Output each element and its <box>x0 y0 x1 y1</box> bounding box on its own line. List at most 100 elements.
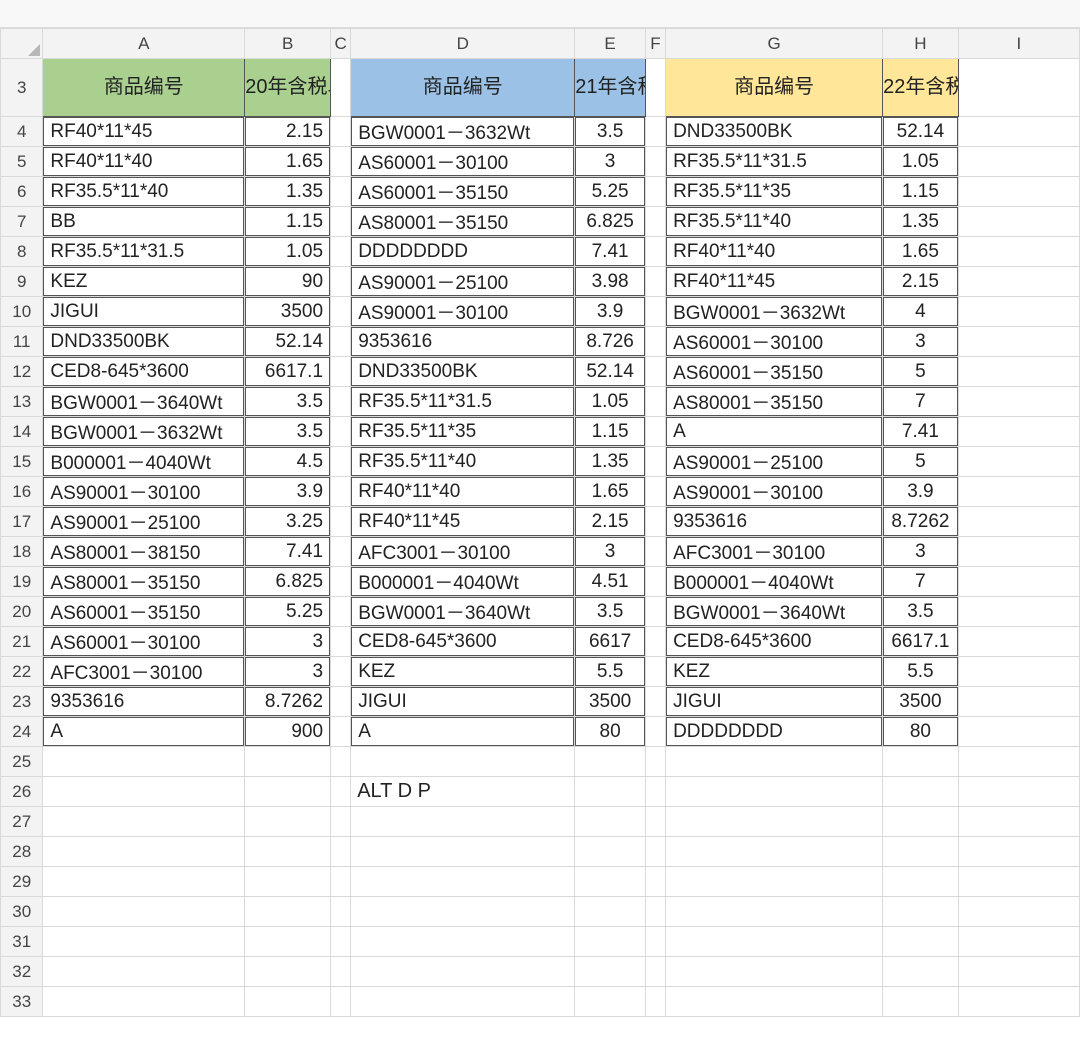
cell-F18[interactable] <box>645 537 665 567</box>
cell-H13[interactable]: 7 <box>883 387 959 417</box>
cell-H14[interactable]: 7.41 <box>883 417 959 447</box>
cell-B30[interactable] <box>245 897 331 927</box>
col-header-E[interactable]: E <box>575 29 646 59</box>
cell-B11[interactable]: 52.14 <box>245 327 331 357</box>
cell-A6[interactable]: RF35.5*11*40 <box>43 177 245 207</box>
cell-D25[interactable] <box>351 747 575 777</box>
row-header-3[interactable]: 3 <box>1 59 43 117</box>
cell-B28[interactable] <box>245 837 331 867</box>
cell-H27[interactable] <box>883 807 959 837</box>
cell-F28[interactable] <box>645 837 665 867</box>
cell-B27[interactable] <box>245 807 331 837</box>
col-header-G[interactable]: G <box>666 29 883 59</box>
cell-C25[interactable] <box>331 747 351 777</box>
cell-C30[interactable] <box>331 897 351 927</box>
cell-B21[interactable]: 3 <box>245 627 331 657</box>
cell-I3[interactable] <box>958 59 1079 117</box>
cell-G12[interactable]: AS60001－35150 <box>666 357 883 387</box>
cell-H8[interactable]: 1.65 <box>883 237 959 267</box>
cell-A32[interactable] <box>43 957 245 987</box>
cell-D11[interactable]: 9353616 <box>351 327 575 357</box>
cell-E24[interactable]: 80 <box>575 717 646 747</box>
cell-E23[interactable]: 3500 <box>575 687 646 717</box>
cell-C18[interactable] <box>331 537 351 567</box>
cell-E18[interactable]: 3 <box>575 537 646 567</box>
cell-B10[interactable]: 3500 <box>245 297 331 327</box>
row-header-20[interactable]: 20 <box>1 597 43 627</box>
cell-D26[interactable]: ALT D P <box>351 777 575 807</box>
cell-A33[interactable] <box>43 987 245 1017</box>
cell-H31[interactable] <box>883 927 959 957</box>
cell-I17[interactable] <box>958 507 1079 537</box>
cell-H32[interactable] <box>883 957 959 987</box>
cell-E14[interactable]: 1.15 <box>575 417 646 447</box>
cell-A30[interactable] <box>43 897 245 927</box>
cell-H30[interactable] <box>883 897 959 927</box>
cell-F5[interactable] <box>645 147 665 177</box>
cell-H11[interactable]: 3 <box>883 327 959 357</box>
cell-D4[interactable]: BGW0001－3632Wt <box>351 117 575 147</box>
cell-C19[interactable] <box>331 567 351 597</box>
row-header-29[interactable]: 29 <box>1 867 43 897</box>
cell-H24[interactable]: 80 <box>883 717 959 747</box>
cell-E10[interactable]: 3.9 <box>575 297 646 327</box>
cell-H26[interactable] <box>883 777 959 807</box>
cell-B7[interactable]: 1.15 <box>245 207 331 237</box>
cell-A13[interactable]: BGW0001－3640Wt <box>43 387 245 417</box>
cell-A19[interactable]: AS80001－35150 <box>43 567 245 597</box>
cell-H7[interactable]: 1.35 <box>883 207 959 237</box>
cell-H4[interactable]: 52.14 <box>883 117 959 147</box>
cell-E12[interactable]: 52.14 <box>575 357 646 387</box>
cell-F30[interactable] <box>645 897 665 927</box>
cell-G18[interactable]: AFC3001－30100 <box>666 537 883 567</box>
row-header-19[interactable]: 19 <box>1 567 43 597</box>
row-header-16[interactable]: 16 <box>1 477 43 507</box>
cell-H28[interactable] <box>883 837 959 867</box>
row-header-21[interactable]: 21 <box>1 627 43 657</box>
cell-E21[interactable]: 6617 <box>575 627 646 657</box>
cell-B5[interactable]: 1.65 <box>245 147 331 177</box>
cell-D12[interactable]: DND33500BK <box>351 357 575 387</box>
cell-A22[interactable]: AFC3001－30100 <box>43 657 245 687</box>
cell-H6[interactable]: 1.15 <box>883 177 959 207</box>
cell-I26[interactable] <box>958 777 1079 807</box>
cell-C24[interactable] <box>331 717 351 747</box>
cell-I13[interactable] <box>958 387 1079 417</box>
cell-I27[interactable] <box>958 807 1079 837</box>
cell-G31[interactable] <box>666 927 883 957</box>
row-header-28[interactable]: 28 <box>1 837 43 867</box>
cell-I11[interactable] <box>958 327 1079 357</box>
cell-G23[interactable]: JIGUI <box>666 687 883 717</box>
cell-H29[interactable] <box>883 867 959 897</box>
cell-H33[interactable] <box>883 987 959 1017</box>
cell-A26[interactable] <box>43 777 245 807</box>
cell-D17[interactable]: RF40*11*45 <box>351 507 575 537</box>
row-header-23[interactable]: 23 <box>1 687 43 717</box>
cell-H19[interactable]: 7 <box>883 567 959 597</box>
cell-E5[interactable]: 3 <box>575 147 646 177</box>
cell-F14[interactable] <box>645 417 665 447</box>
cell-C23[interactable] <box>331 687 351 717</box>
cell-E28[interactable] <box>575 837 646 867</box>
row-header-10[interactable]: 10 <box>1 297 43 327</box>
cell-F21[interactable] <box>645 627 665 657</box>
header-E[interactable]: 21年含税单价 <box>575 59 646 117</box>
cell-I31[interactable] <box>958 927 1079 957</box>
cell-G30[interactable] <box>666 897 883 927</box>
cell-H18[interactable]: 3 <box>883 537 959 567</box>
cell-G28[interactable] <box>666 837 883 867</box>
header-D[interactable]: 商品编号 <box>351 59 575 117</box>
cell-E15[interactable]: 1.35 <box>575 447 646 477</box>
cell-I30[interactable] <box>958 897 1079 927</box>
cell-B19[interactable]: 6.825 <box>245 567 331 597</box>
cell-F16[interactable] <box>645 477 665 507</box>
cell-G29[interactable] <box>666 867 883 897</box>
cell-I6[interactable] <box>958 177 1079 207</box>
cell-F17[interactable] <box>645 507 665 537</box>
cell-A5[interactable]: RF40*11*40 <box>43 147 245 177</box>
cell-F23[interactable] <box>645 687 665 717</box>
cell-A4[interactable]: RF40*11*45 <box>43 117 245 147</box>
cell-G10[interactable]: BGW0001－3632Wt <box>666 297 883 327</box>
grid[interactable]: A B C D E F G H I 3商品编号20年含税单价商品编号21年含税单… <box>0 28 1080 1017</box>
cell-F10[interactable] <box>645 297 665 327</box>
